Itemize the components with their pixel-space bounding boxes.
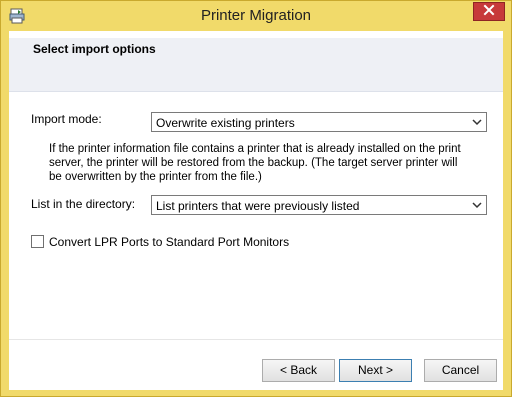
next-button[interactable]: Next >	[339, 359, 412, 382]
directory-label: List in the directory:	[31, 197, 136, 211]
cancel-button[interactable]: Cancel	[424, 359, 497, 382]
close-button[interactable]	[473, 2, 505, 21]
page-title: Select import options	[33, 42, 156, 56]
chevron-down-icon	[471, 199, 483, 211]
dialog-content: Select import options Import mode: Overw…	[9, 31, 503, 390]
import-mode-value: Overwrite existing printers	[156, 116, 295, 130]
footer-divider	[9, 339, 503, 340]
chevron-down-icon	[471, 116, 483, 128]
back-button[interactable]: < Back	[262, 359, 335, 382]
lpr-checkbox-label[interactable]: Convert LPR Ports to Standard Port Monit…	[49, 235, 289, 249]
import-mode-description: If the printer information file contains…	[49, 143, 461, 183]
lpr-checkbox[interactable]	[31, 235, 44, 248]
close-icon	[483, 4, 495, 19]
directory-dropdown[interactable]: List printers that were previously liste…	[151, 195, 487, 215]
title-bar[interactable]: Printer Migration	[1, 1, 511, 31]
directory-value: List printers that were previously liste…	[156, 199, 360, 213]
wizard-header: Select import options	[9, 31, 503, 92]
printer-migration-window: Printer Migration Select import options …	[0, 0, 512, 397]
import-mode-label: Import mode:	[31, 112, 102, 126]
window-title: Printer Migration	[200, 7, 312, 24]
import-mode-dropdown[interactable]: Overwrite existing printers	[151, 112, 487, 132]
